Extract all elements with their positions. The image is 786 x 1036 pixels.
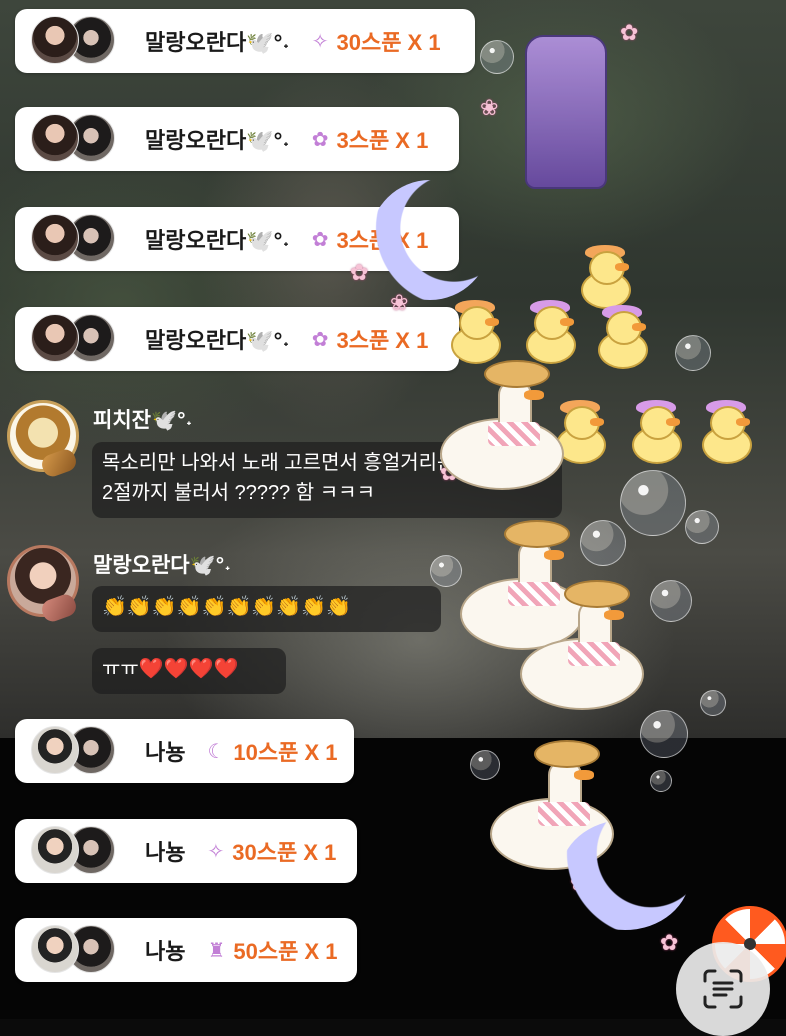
sparkle-gift-icon: ✧	[207, 840, 225, 863]
chat-message: 목소리만 나와서 노래 고르면서 흥얼거리는 줄 알았는데 2절까지 불러서 ?…	[92, 442, 562, 518]
avatar	[31, 16, 79, 64]
gift-notification: 말랑오란다🕊️°˖ ✧ 30스푼 X 1	[15, 9, 475, 73]
gift-amount: 50스푼 X 1	[233, 939, 338, 964]
chat-message-line: 목소리만 나와서 노래 고르면서 흥얼거리는 줄 알았는데	[102, 452, 552, 474]
chat-message: ㅠㅠ❤️❤️❤️❤️	[92, 648, 286, 694]
avatar	[31, 925, 79, 973]
gift-sender-name: 나뇽	[145, 740, 186, 765]
gift-amount: 3스푼 X 1	[336, 228, 429, 253]
avatar	[31, 826, 79, 874]
gift-amount: 10스푼 X 1	[233, 740, 338, 765]
avatar-pair	[31, 925, 127, 975]
gift-sender-name: 말랑오란다🕊️°˖	[145, 328, 290, 353]
avatar-pair	[31, 114, 127, 164]
sparkle-gift-icon: ✧	[311, 30, 329, 53]
moon-gift-icon: ☾	[207, 740, 226, 763]
chat-message-line: 2절까지 불러서 ????? 함 ㅋㅋㅋ	[102, 482, 375, 504]
gift-amount: 3스푼 X 1	[336, 328, 429, 353]
avatar-pair	[31, 214, 127, 264]
gift-sender-name: 말랑오란다🕊️°˖	[145, 128, 290, 153]
avatar-pair	[31, 726, 127, 776]
chat-username[interactable]: 피치잔🕊️°˖	[93, 404, 193, 434]
avatar	[31, 314, 79, 362]
lantern-gift-icon: ♜	[207, 939, 226, 962]
gift-notification: 말랑오란다🕊️°˖ ✿ 3스푼 X 1	[15, 207, 459, 271]
chat-message: 👏👏👏👏👏👏👏👏👏👏	[92, 586, 441, 632]
gift-notification: 나뇽 ✧ 30스푼 X 1	[15, 819, 357, 883]
flower-gift-icon: ✿	[311, 228, 329, 251]
flower-gift-icon: ✿	[311, 328, 329, 351]
gift-sender-name: 나뇽	[145, 939, 186, 964]
gift-notification: 말랑오란다🕊️°˖ ✿ 3스푼 X 1	[15, 107, 459, 171]
gift-amount: 30스푼 X 1	[232, 840, 337, 865]
text-scan-button[interactable]	[676, 942, 770, 1036]
avatar-pair	[31, 314, 127, 364]
gift-notification: 나뇽 ☾ 10스푼 X 1	[15, 719, 354, 783]
gift-notification: 말랑오란다🕊️°˖ ✿ 3스푼 X 1	[15, 307, 459, 371]
avatar-pair	[31, 16, 127, 66]
chat-username[interactable]: 말랑오란다🕊️°˖	[93, 549, 231, 579]
gift-amount: 30스푼 X 1	[336, 30, 441, 55]
avatar	[31, 726, 79, 774]
flower-gift-icon: ✿	[311, 128, 329, 151]
gift-sender-name: 말랑오란다🕊️°˖	[145, 228, 290, 253]
gift-notification: 나뇽 ♜ 50스푼 X 1	[15, 918, 357, 982]
gift-amount: 3스푼 X 1	[336, 128, 429, 153]
avatar	[31, 214, 79, 262]
gift-sender-name: 말랑오란다🕊️°˖	[145, 30, 290, 55]
text-scan-icon	[703, 969, 743, 1009]
avatar	[31, 114, 79, 162]
gift-sender-name: 나뇽	[145, 840, 186, 865]
avatar-pair	[31, 826, 127, 876]
